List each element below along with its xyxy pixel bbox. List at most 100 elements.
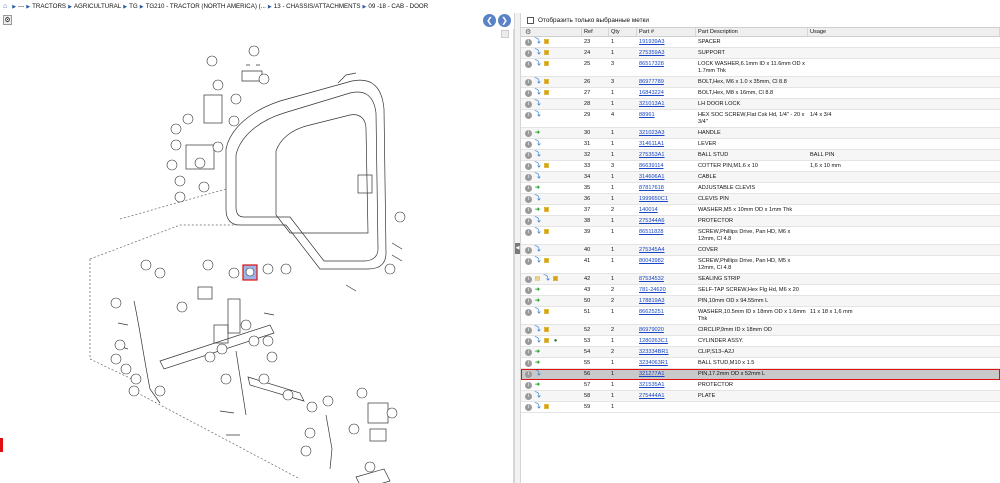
package-icon[interactable]: ▣	[552, 276, 559, 283]
info-icon[interactable]: i	[525, 404, 532, 411]
part-cell[interactable]: 275359A3	[637, 48, 696, 58]
part-cell[interactable]: 323334BR1	[637, 347, 696, 357]
folder-icon[interactable]: ▤	[534, 276, 541, 283]
breadcrumb-item[interactable]: AGRICULTURAL	[74, 3, 121, 10]
part-cell[interactable]: 3234063R1	[637, 358, 696, 368]
part-number-link[interactable]: 314606A1	[639, 174, 665, 180]
part-number-link[interactable]: 86979020	[639, 327, 664, 333]
filter-checkbox[interactable]	[527, 16, 534, 24]
arrow-left-icon[interactable]: ❮	[483, 14, 496, 27]
blue-arrow-icon[interactable]: ⤵	[534, 61, 541, 68]
part-number-link[interactable]: 86639114	[639, 163, 663, 169]
part-number-link[interactable]: 87534532	[639, 276, 664, 282]
breadcrumb-item[interactable]: TG	[129, 3, 138, 10]
table-row[interactable]: i ⤵ 36 1 1999650C1 CLEVIS PIN	[521, 194, 1000, 205]
part-cell[interactable]: 1999650C1	[637, 194, 696, 204]
part-cell[interactable]: 781-24620	[637, 285, 696, 295]
part-cell[interactable]: 86511828	[637, 227, 696, 237]
part-cell[interactable]: 178819A3	[637, 296, 696, 306]
info-icon[interactable]: i	[525, 258, 532, 265]
info-icon[interactable]: i	[525, 360, 532, 367]
breadcrumb-item[interactable]: 09 -18 - CAB - DOOR	[368, 3, 428, 10]
table-row[interactable]: i ⤵ 31 1 314611A1 LEVER	[521, 139, 1000, 150]
green-arrow-icon[interactable]: ➜	[534, 360, 541, 367]
table-row[interactable]: i ⤵ ▣ 51 1 86625251 WASHER,10.5mm ID x 18mm OD…	[521, 307, 1000, 325]
blue-arrow-icon[interactable]: ⤵	[534, 152, 541, 159]
part-cell[interactable]: 314611A1	[637, 139, 696, 149]
table-row[interactable]: i ⤵ ▣ 27 1 16843224 BOLT,Hex, M8 x 16mm, Cl 8.…	[521, 88, 1000, 99]
blue-arrow-icon[interactable]: ⤵	[534, 112, 541, 119]
info-icon[interactable]: i	[525, 229, 532, 236]
part-number-link[interactable]: 1280263C1	[639, 338, 668, 344]
header-qty[interactable]: Qty	[609, 28, 637, 36]
table-row[interactable]: i ⤵ ▣ 41 1 80043982 SCREW,Phillips Drive, Pan …	[521, 256, 1000, 274]
info-icon[interactable]: i	[525, 39, 532, 46]
blue-arrow-icon[interactable]: ⤵	[534, 404, 541, 411]
package-icon[interactable]: ▣	[543, 39, 550, 46]
table-row[interactable]: i ⤵ ▣ 24 1 275359A3 SUPPORT	[521, 48, 1000, 59]
table-row[interactable]: i ➜ 30 1 321023A3 HANDLE	[521, 128, 1000, 139]
part-cell[interactable]: 275344A6	[637, 216, 696, 226]
header-desc[interactable]: Part Description	[696, 28, 808, 36]
part-cell[interactable]: 321023A3	[637, 128, 696, 138]
part-cell[interactable]: 88961	[637, 110, 696, 120]
part-number-link[interactable]: 88961	[639, 112, 655, 118]
info-icon[interactable]: i	[525, 207, 532, 214]
panel-splitter[interactable]: ◀	[514, 13, 521, 483]
table-row[interactable]: i ⤵ ▣ 25 3 86517328 LOCK WASHER,6.1mm ID x 11.…	[521, 59, 1000, 77]
package-icon[interactable]: ▣	[543, 258, 550, 265]
part-number-link[interactable]: 321023A3	[639, 130, 665, 136]
package-icon[interactable]: ▣	[543, 338, 550, 345]
part-cell[interactable]: 86517328	[637, 59, 696, 69]
arrow-right-icon[interactable]: ❯	[498, 14, 511, 27]
info-icon[interactable]: i	[525, 327, 532, 334]
info-icon[interactable]: i	[525, 196, 532, 203]
info-icon[interactable]: i	[525, 338, 532, 345]
info-icon[interactable]: i	[525, 287, 532, 294]
blue-arrow-icon[interactable]: ⤵	[534, 196, 541, 203]
part-number-link[interactable]: 321013A1	[639, 101, 665, 107]
blue-arrow-icon[interactable]: ⤵	[534, 393, 541, 400]
table-row[interactable]: i ▤ ⤵ ▣ 42 1 87534532 SEALING STRIP	[521, 274, 1000, 285]
green-arrow-icon[interactable]: ➜	[534, 287, 541, 294]
header-ref[interactable]: Ref	[582, 28, 609, 36]
info-icon[interactable]: i	[525, 371, 532, 378]
part-cell[interactable]: 321013A1	[637, 99, 696, 109]
package-icon[interactable]: ▣	[543, 79, 550, 86]
breadcrumb-item[interactable]: TG210 - TRACTOR (NORTH AMERICA) (...	[146, 3, 266, 10]
table-row[interactable]: i ➜ 35 1 87817618 ADJUSTABLE CLEVIS	[521, 183, 1000, 194]
header-usage[interactable]: Usage	[808, 28, 1000, 36]
package-icon[interactable]: ▣	[543, 90, 550, 97]
globe-icon[interactable]: ●	[552, 338, 559, 345]
table-row[interactable]: i ⤵ 29 4 88961 HEX SOC SCREW,Flat Csk Hd, 1/4…	[521, 110, 1000, 128]
package-icon[interactable]: ▣	[543, 404, 550, 411]
info-icon[interactable]: i	[525, 141, 532, 148]
part-number-link[interactable]: 275359A3	[639, 50, 665, 56]
table-row[interactable]: i ➜ 50 2 178819A3 PIN,10mm OD x 94.55mm L	[521, 296, 1000, 307]
part-number-link[interactable]: 321535A1	[639, 382, 665, 388]
table-row[interactable]: i ⤵ 38 1 275344A6 PROTECTOR	[521, 216, 1000, 227]
part-cell[interactable]: 321535A1	[637, 380, 696, 390]
package-icon[interactable]: ▣	[543, 61, 550, 68]
info-icon[interactable]: i	[525, 79, 532, 86]
info-icon[interactable]: i	[525, 61, 532, 68]
part-cell[interactable]: 275345A4	[637, 245, 696, 255]
green-arrow-icon[interactable]: ➜	[534, 185, 541, 192]
info-icon[interactable]: i	[525, 382, 532, 389]
part-number-link[interactable]: 1999650C1	[639, 196, 668, 202]
part-cell[interactable]: 86979020	[637, 325, 696, 335]
part-number-link[interactable]: 86511828	[639, 229, 663, 235]
info-icon[interactable]: i	[525, 218, 532, 225]
blue-arrow-icon[interactable]: ⤵	[534, 141, 541, 148]
info-icon[interactable]: i	[525, 130, 532, 137]
package-icon[interactable]: ▣	[543, 163, 550, 170]
part-cell[interactable]: 1280263C1	[637, 336, 696, 346]
table-row[interactable]: i ⤵ 28 1 321013A1 LH DOOR LOCK	[521, 99, 1000, 110]
table-row[interactable]: i ➜ ▣ 37 2 140014 WASHER,M5 x 10mm OD x 1mm Th…	[521, 205, 1000, 216]
table-row[interactable]: i ➜ 43 2 781-24620 SELF-TAP SCREW,Hex Flg Hd,…	[521, 285, 1000, 296]
info-icon[interactable]: i	[525, 185, 532, 192]
part-number-link[interactable]: 275444A1	[639, 393, 665, 399]
info-icon[interactable]: i	[525, 174, 532, 181]
blue-arrow-icon[interactable]: ⤵	[534, 309, 541, 316]
part-number-link[interactable]: 314611A1	[639, 141, 664, 147]
